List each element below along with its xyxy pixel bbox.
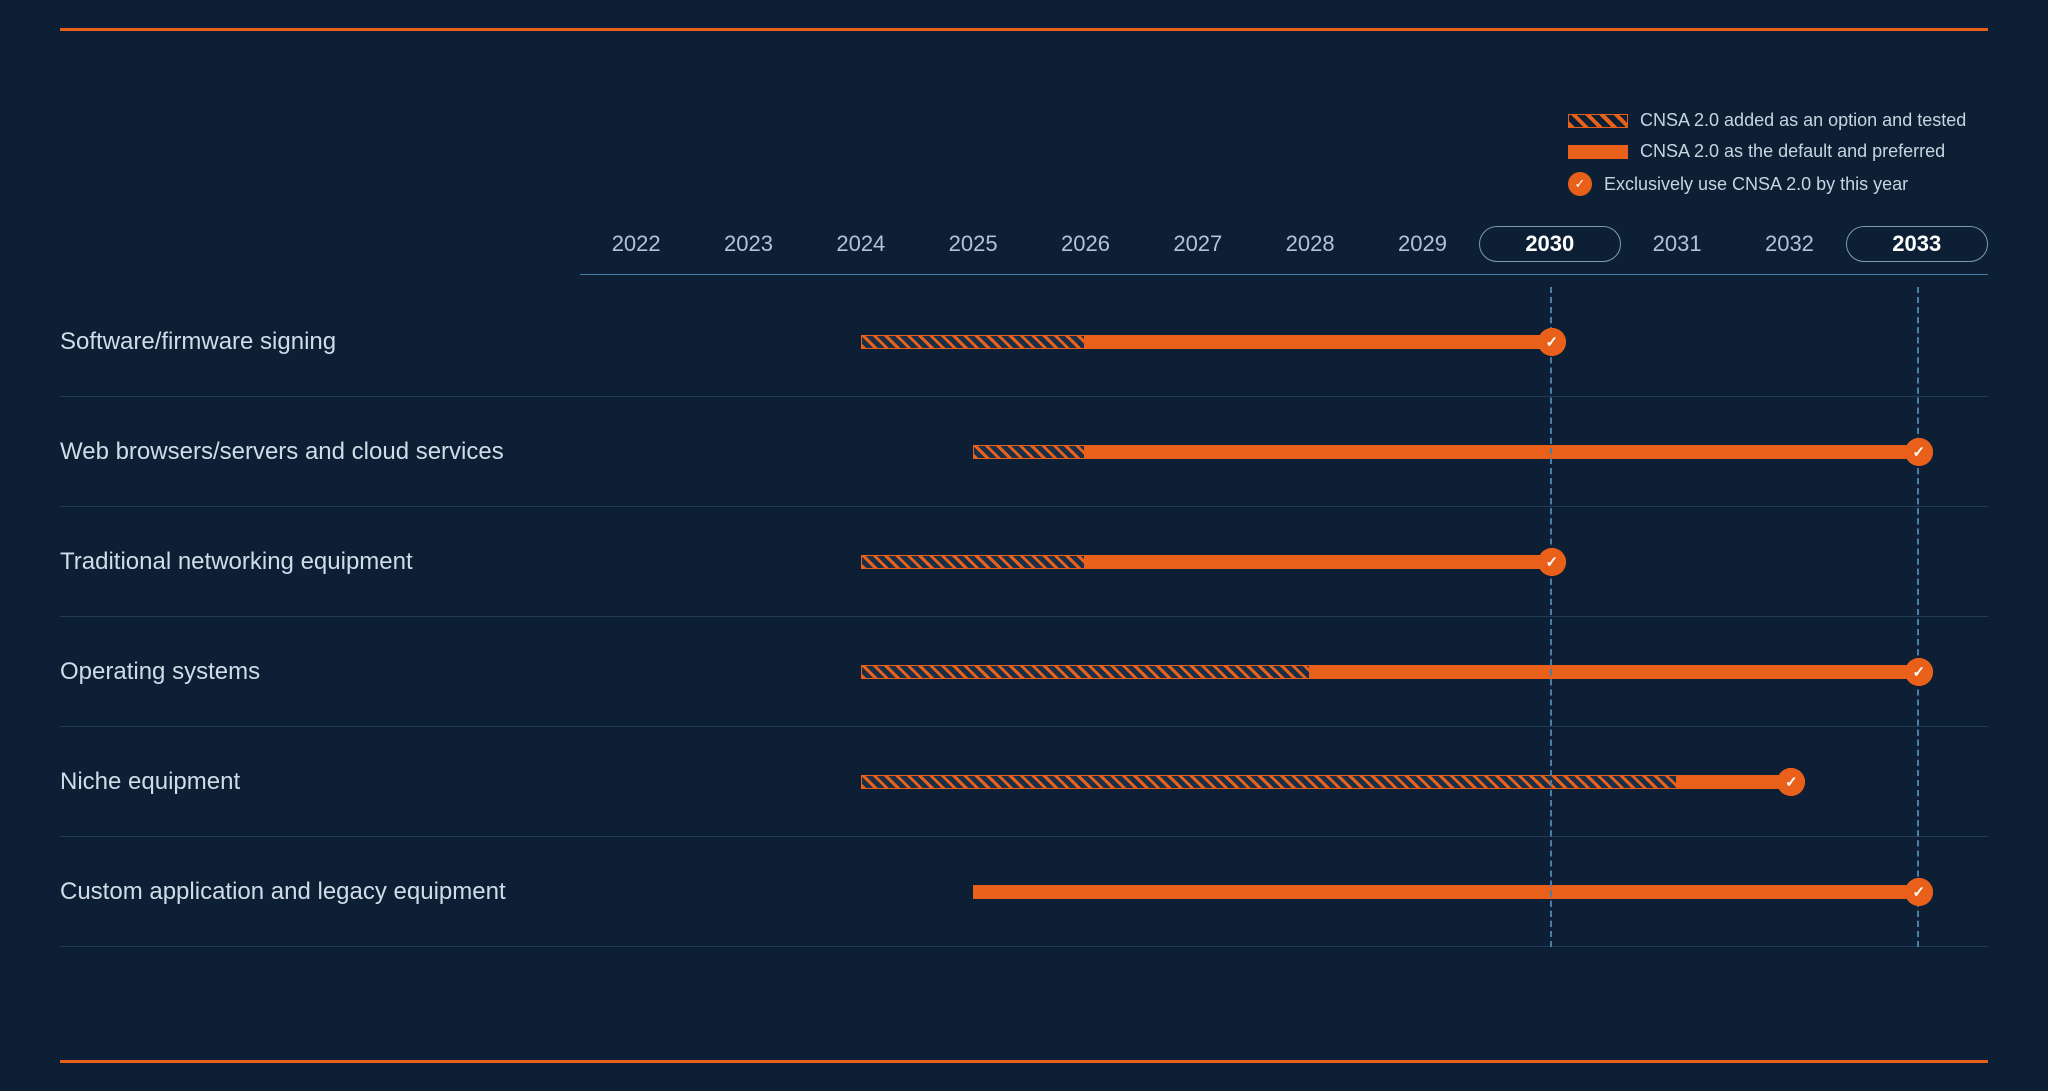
legend-label: Exclusively use CNSA 2.0 by this year: [1604, 174, 1908, 195]
year-label: 2029: [1366, 231, 1478, 257]
year-label: 2023: [692, 231, 804, 257]
row-label: Traditional networking equipment: [60, 548, 580, 576]
chart-row: Niche equipment✓✓✓: [60, 727, 1988, 837]
bottom-border: [60, 1060, 1988, 1063]
row-bars: ✓✓✓: [580, 727, 1988, 836]
row-label: Operating systems: [60, 658, 580, 686]
solid-bar: [1310, 665, 1917, 679]
vertical-dashed-line: [1917, 287, 1919, 947]
chart-row: Software/firmware signing✓✓✓: [60, 287, 1988, 397]
rows-container: Software/firmware signing✓✓✓Web browsers…: [60, 287, 1988, 1031]
legend: CNSA 2.0 added as an option and tested CN…: [1568, 90, 1988, 196]
row-label: Web browsers/servers and cloud services: [60, 438, 580, 466]
main-container: CNSA 2.0 added as an option and tested CN…: [60, 70, 1988, 1031]
year-label: 2026: [1029, 231, 1141, 257]
legend-item: CNSA 2.0 added as an option and tested: [1568, 110, 1988, 131]
solid-bar: [1085, 445, 1916, 459]
check-circle-icon: ✓: [1538, 548, 1566, 576]
row-label: Niche equipment: [60, 768, 580, 796]
legend-item: CNSA 2.0 as the default and preferred: [1568, 141, 1988, 162]
check-circle-icon: ✓: [1905, 658, 1933, 686]
chart-row: Custom application and legacy equipment✓…: [60, 837, 1988, 947]
top-border: [60, 28, 1988, 31]
row-bars: ✓✓✓: [580, 397, 1988, 506]
hatched-bar: [973, 445, 1085, 459]
legend-check-icon: ✓: [1568, 172, 1592, 196]
row-bars: ✓✓✓: [580, 287, 1988, 396]
year-label: 2030: [1479, 226, 1621, 262]
check-circle-icon: ✓: [1538, 328, 1566, 356]
row-bars: ✓✓✓: [580, 837, 1988, 946]
legend-label: CNSA 2.0 added as an option and tested: [1640, 110, 1966, 131]
hatched-bar: [861, 775, 1677, 789]
solid-bar: [1085, 555, 1549, 569]
year-label: 2027: [1142, 231, 1254, 257]
year-label: 2022: [580, 231, 692, 257]
chart-row: Operating systems✓✓✓: [60, 617, 1988, 727]
header-section: CNSA 2.0 added as an option and tested CN…: [60, 70, 1988, 196]
chart-area: 2022202320242025202620272028202920302031…: [60, 226, 1988, 1031]
hatched-bar: [861, 665, 1310, 679]
check-circle-icon: ✓: [1905, 878, 1933, 906]
solid-bar: [1677, 775, 1789, 789]
legend-solid-icon: [1568, 145, 1628, 159]
row-bars: ✓✓✓: [580, 617, 1988, 726]
row-bars: ✓✓✓: [580, 507, 1988, 616]
solid-bar: [1085, 335, 1549, 349]
chart-row: Web browsers/servers and cloud services✓…: [60, 397, 1988, 507]
legend-hatched-icon: [1568, 114, 1628, 128]
check-circle-icon: ✓: [1777, 768, 1805, 796]
year-label: 2028: [1254, 231, 1366, 257]
vertical-dashed-line: [1550, 287, 1552, 947]
year-label: 2031: [1621, 231, 1733, 257]
row-label: Software/firmware signing: [60, 328, 580, 356]
legend-label: CNSA 2.0 as the default and preferred: [1640, 141, 1945, 162]
year-label: 2033: [1846, 226, 1988, 262]
chart-row: Traditional networking equipment✓✓✓: [60, 507, 1988, 617]
year-label: 2025: [917, 231, 1029, 257]
hatched-bar: [861, 555, 1086, 569]
year-label: 2032: [1733, 231, 1845, 257]
row-label: Custom application and legacy equipment: [60, 878, 580, 906]
year-label: 2024: [805, 231, 917, 257]
year-header: 2022202320242025202620272028202920302031…: [580, 226, 1988, 275]
legend-item: ✓ Exclusively use CNSA 2.0 by this year: [1568, 172, 1988, 196]
check-circle-icon: ✓: [1905, 438, 1933, 466]
solid-bar: [973, 885, 1917, 899]
hatched-bar: [861, 335, 1086, 349]
